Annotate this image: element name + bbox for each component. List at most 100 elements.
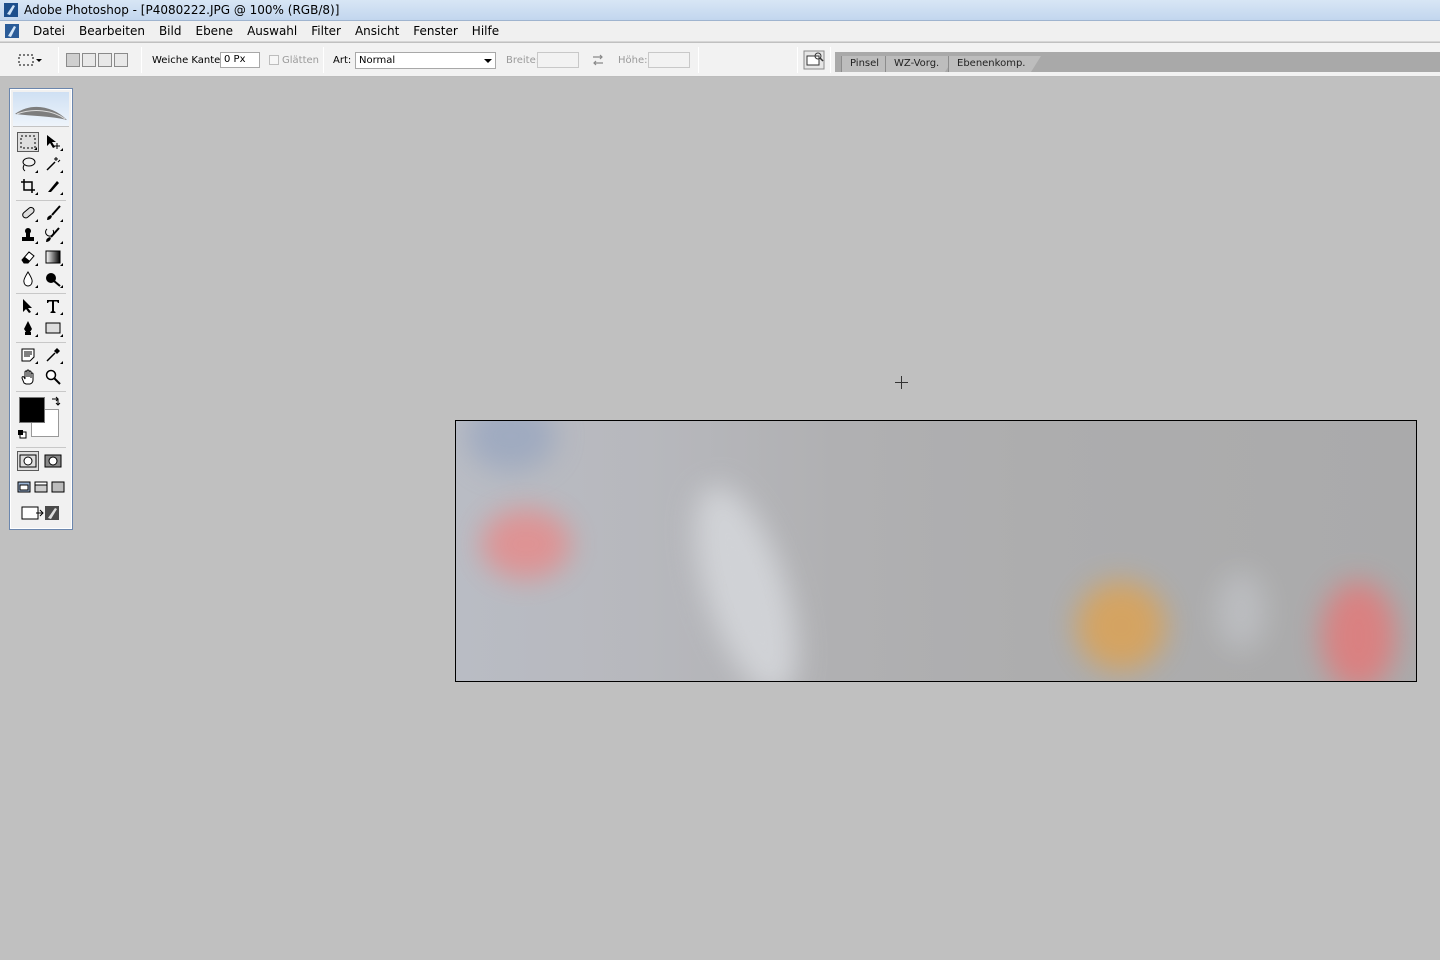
quick-mask-icon: [44, 454, 62, 468]
menu-datei[interactable]: Datei: [26, 21, 72, 42]
crosshair-cursor-icon: [895, 376, 908, 389]
swap-dimensions-button[interactable]: [590, 43, 606, 77]
arrow-icon: [23, 299, 32, 313]
title-bar: Adobe Photoshop - [P4080222.JPG @ 100% (…: [0, 0, 1440, 21]
standard-mode-icon: [19, 454, 37, 468]
feather-logo-icon: [15, 106, 67, 120]
tool-eyedropper[interactable]: [42, 345, 64, 365]
tool-pen[interactable]: [17, 318, 39, 338]
swap-colors-icon[interactable]: [50, 396, 62, 408]
tool-slice[interactable]: [42, 176, 64, 196]
tool-blur[interactable]: [17, 269, 39, 289]
red-highlight-right: [1321, 581, 1396, 681]
hand-icon: [21, 369, 34, 385]
dodge-icon: [46, 273, 61, 287]
menu-ebene[interactable]: Ebene: [188, 21, 240, 42]
screen-mode-full-button[interactable]: [49, 477, 67, 497]
marquee-preset-icon: [18, 54, 34, 66]
clone-stamp-icon: [22, 228, 34, 241]
feather-input[interactable]: 0 Px: [220, 52, 260, 68]
eyedropper-icon: [46, 348, 60, 362]
orange-highlight: [1076, 581, 1166, 671]
palette-well: Pinsel WZ-Vorg. Ebenenkomp.: [835, 52, 1440, 72]
blue-haze: [466, 421, 556, 471]
eraser-icon: [21, 251, 35, 264]
history-brush-icon: [45, 227, 60, 242]
tool-dodge[interactable]: [42, 269, 64, 289]
file-browser-button[interactable]: [803, 43, 825, 77]
healing-brush-icon: [22, 206, 35, 219]
menu-filter[interactable]: Filter: [304, 21, 348, 42]
tool-healing-brush[interactable]: [17, 203, 39, 223]
tool-lasso[interactable]: [17, 154, 39, 174]
screen-standard-icon: [17, 481, 31, 493]
rectangle-icon: [45, 322, 61, 334]
tab-ebenenkomp[interactable]: Ebenenkomp.: [948, 56, 1042, 72]
tool-brush[interactable]: [42, 203, 64, 223]
document-canvas[interactable]: [455, 420, 1417, 682]
tool-rectangle-shape[interactable]: [42, 318, 64, 338]
tab-pinsel[interactable]: Pinsel: [841, 56, 896, 72]
menu-fenster[interactable]: Fenster: [406, 21, 465, 42]
tool-rectangular-marquee[interactable]: [17, 132, 39, 152]
tool-zoom[interactable]: [42, 367, 64, 387]
tool-clone-stamp[interactable]: [17, 225, 39, 245]
tool-gradient[interactable]: [42, 247, 64, 267]
tool-notes[interactable]: [17, 345, 39, 365]
quick-mask-button[interactable]: [42, 451, 64, 471]
style-select-value: Normal: [359, 54, 396, 66]
notes-icon: [21, 348, 35, 362]
type-icon: [47, 300, 59, 313]
photoshop-menu-icon[interactable]: [4, 23, 20, 39]
foreground-color-swatch[interactable]: [19, 397, 45, 423]
tool-type[interactable]: [42, 296, 64, 316]
file-browser-icon: [803, 50, 825, 70]
menu-hilfe[interactable]: Hilfe: [465, 21, 506, 42]
width-input[interactable]: [537, 52, 579, 68]
tool-move[interactable]: [42, 132, 64, 152]
new-selection-button[interactable]: [66, 53, 80, 67]
height-label: Höhe:: [618, 54, 648, 66]
pen-icon: [24, 321, 32, 335]
tool-eraser[interactable]: [17, 247, 39, 267]
swap-arrows-icon: [593, 54, 603, 66]
crop-icon: [21, 179, 35, 193]
tool-hand[interactable]: [17, 367, 39, 387]
lasso-icon: [22, 157, 36, 172]
add-selection-button[interactable]: [82, 53, 96, 67]
antialias-checkbox[interactable]: Glätten: [269, 43, 319, 77]
antialias-check-box[interactable]: [269, 55, 279, 65]
subtract-selection-button[interactable]: [98, 53, 112, 67]
selection-mode-group: [66, 43, 130, 77]
width-label: Breite:: [506, 54, 540, 66]
standard-mode-button[interactable]: [17, 451, 39, 471]
tool-magic-wand[interactable]: [42, 154, 64, 174]
intersect-selection-button[interactable]: [114, 53, 128, 67]
marquee-icon: [20, 135, 36, 149]
screen-menu-icon: [34, 481, 48, 493]
menu-ansicht[interactable]: Ansicht: [348, 21, 406, 42]
brush-icon: [47, 205, 61, 220]
jump-to-imageready-button[interactable]: [17, 503, 65, 523]
tab-wz-vorg[interactable]: WZ-Vorg.: [885, 56, 956, 72]
screen-mode-menu-button[interactable]: [32, 477, 50, 497]
screen-mode-standard-button[interactable]: [15, 477, 33, 497]
height-input[interactable]: [648, 52, 690, 68]
menu-bild[interactable]: Bild: [152, 21, 189, 42]
default-colors-icon[interactable]: [17, 429, 27, 439]
menu-auswahl[interactable]: Auswahl: [240, 21, 304, 42]
tool-preset-picker[interactable]: [6, 43, 44, 77]
imageready-icon: [21, 506, 59, 520]
chevron-down-icon: [36, 59, 42, 62]
screen-full-icon: [51, 481, 65, 493]
water-drop-icon: [23, 271, 33, 287]
light-streak: [673, 474, 819, 681]
slice-icon: [48, 181, 59, 192]
gradient-icon: [45, 250, 61, 264]
tool-path-selection[interactable]: [17, 296, 39, 316]
tool-history-brush[interactable]: [42, 225, 64, 245]
style-select[interactable]: Normal: [355, 51, 496, 69]
toolbox-header[interactable]: [13, 92, 69, 127]
menu-bearbeiten[interactable]: Bearbeiten: [72, 21, 152, 42]
tool-crop[interactable]: [17, 176, 39, 196]
